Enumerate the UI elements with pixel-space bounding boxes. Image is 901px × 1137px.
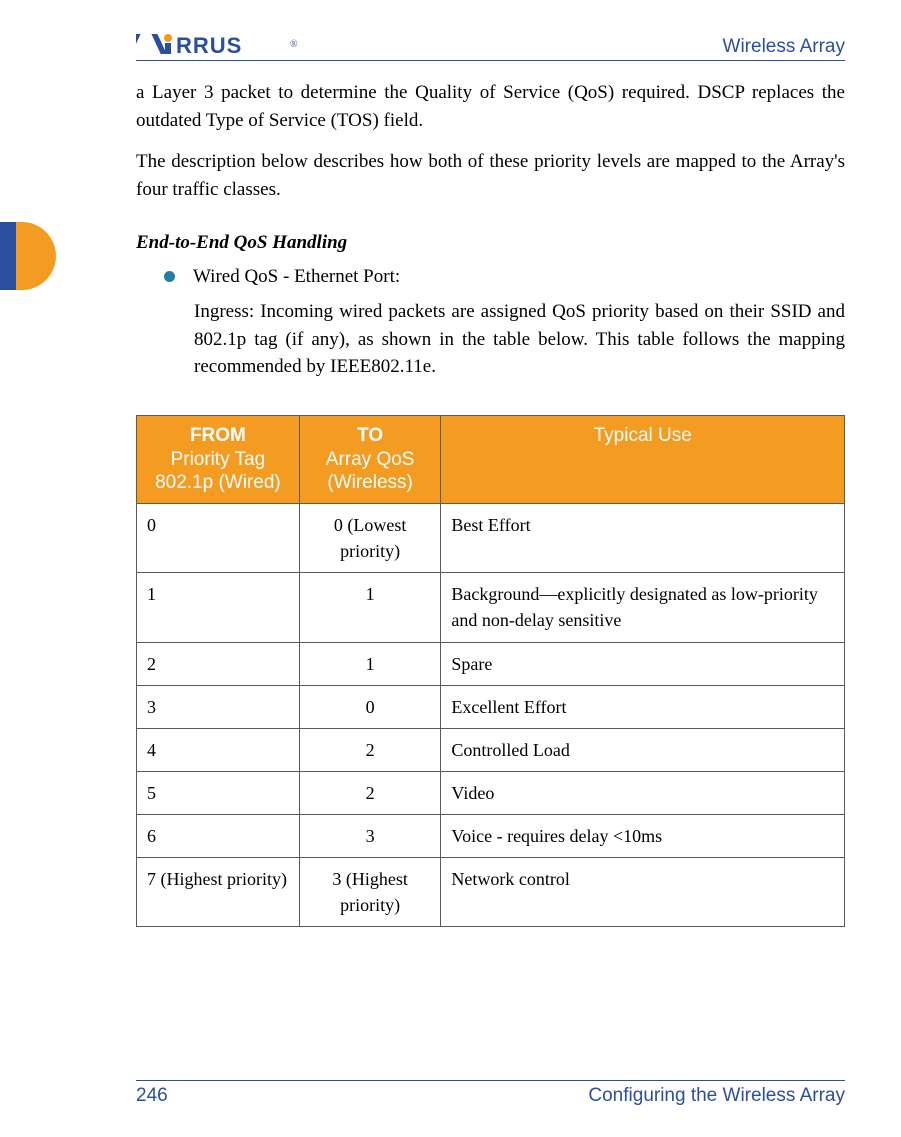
cell-from: 4	[137, 728, 300, 771]
th-from-sub: Priority Tag 802.1p (Wired)	[155, 449, 281, 494]
cell-to: 0	[299, 685, 441, 728]
qos-mapping-table: FROM Priority Tag 802.1p (Wired) TO Arra…	[136, 415, 845, 927]
side-tab-decoration	[0, 222, 56, 290]
cell-from: 1	[137, 573, 300, 642]
th-to-sub: Array QoS (Wireless)	[326, 449, 415, 494]
cell-use: Voice - requires delay <10ms	[441, 814, 845, 857]
table-row: 1 1 Background—explicitly designated as …	[137, 573, 845, 642]
bullet-dot-icon	[164, 271, 175, 282]
table-row: 0 0 (Lowest priority) Best Effort	[137, 504, 845, 573]
bullet-subtext: Ingress: Incoming wired packets are assi…	[194, 298, 845, 381]
svg-text:RRUS: RRUS	[176, 33, 242, 57]
cell-to: 1	[299, 642, 441, 685]
paragraph-1: a Layer 3 packet to determine the Qualit…	[136, 79, 845, 134]
th-to-label: TO	[310, 424, 431, 448]
th-from-label: FROM	[147, 424, 289, 448]
cell-use: Best Effort	[441, 504, 845, 573]
product-name: Wireless Array	[723, 36, 845, 58]
cell-from: 0	[137, 504, 300, 573]
cell-use: Spare	[441, 642, 845, 685]
cell-to: 1	[299, 573, 441, 642]
cell-to: 2	[299, 728, 441, 771]
cell-to: 3	[299, 814, 441, 857]
cell-to: 0 (Lowest priority)	[299, 504, 441, 573]
brand-logo: RRUS ®	[136, 30, 298, 58]
cell-from: 7 (Highest priority)	[137, 858, 300, 927]
qos-table-body: 0 0 (Lowest priority) Best Effort 1 1 Ba…	[137, 504, 845, 927]
page-header: RRUS ® Wireless Array	[136, 30, 845, 61]
section-heading: End-to-End QoS Handling	[136, 229, 845, 257]
cell-use: Excellent Effort	[441, 685, 845, 728]
cell-use: Background—explicitly designated as low-…	[441, 573, 845, 642]
th-use-label: Typical Use	[594, 425, 692, 446]
table-row: 6 3 Voice - requires delay <10ms	[137, 814, 845, 857]
table-row: 2 1 Spare	[137, 642, 845, 685]
table-header-row: FROM Priority Tag 802.1p (Wired) TO Arra…	[137, 415, 845, 503]
paragraph-2: The description below describes how both…	[136, 148, 845, 203]
page-content: a Layer 3 packet to determine the Qualit…	[136, 79, 845, 927]
bullet-text: Wired QoS - Ethernet Port:	[193, 263, 845, 291]
cell-from: 6	[137, 814, 300, 857]
cell-use: Controlled Load	[441, 728, 845, 771]
table-row: 3 0 Excellent Effort	[137, 685, 845, 728]
cell-to: 2	[299, 771, 441, 814]
xirrus-logo-icon: RRUS	[136, 31, 286, 57]
th-from: FROM Priority Tag 802.1p (Wired)	[137, 415, 300, 503]
cell-use: Video	[441, 771, 845, 814]
cell-from: 3	[137, 685, 300, 728]
cell-to: 3 (Highest priority)	[299, 858, 441, 927]
page-number: 246	[136, 1085, 168, 1107]
bullet-item: Wired QoS - Ethernet Port:	[164, 263, 845, 291]
footer-section-title: Configuring the Wireless Array	[588, 1085, 845, 1107]
table-row: 5 2 Video	[137, 771, 845, 814]
th-use: Typical Use	[441, 415, 845, 503]
table-row: 7 (Highest priority) 3 (Highest priority…	[137, 858, 845, 927]
th-to: TO Array QoS (Wireless)	[299, 415, 441, 503]
page-footer: 246 Configuring the Wireless Array	[136, 1080, 845, 1107]
cell-from: 2	[137, 642, 300, 685]
cell-from: 5	[137, 771, 300, 814]
cell-use: Network control	[441, 858, 845, 927]
registered-mark: ®	[290, 39, 298, 50]
table-row: 4 2 Controlled Load	[137, 728, 845, 771]
